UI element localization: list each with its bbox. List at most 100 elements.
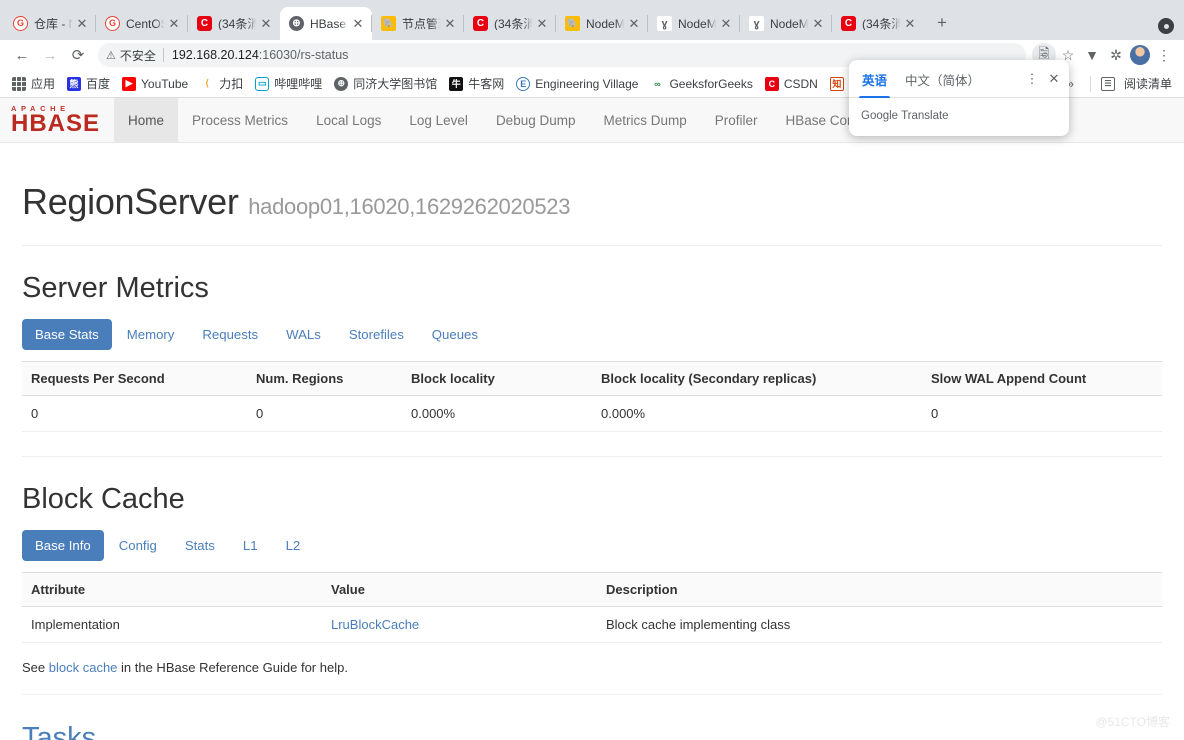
bilibili-icon: ▭ <box>255 76 270 91</box>
reading-list-label[interactable]: 阅读清单 <box>1124 75 1172 92</box>
tab-close-icon[interactable]: ✕ <box>902 16 918 32</box>
tab-base-info[interactable]: Base Info <box>22 530 104 561</box>
youtube-icon: ▶ <box>122 76 137 91</box>
col-num-regions: Num. Regions <box>247 361 402 396</box>
bookmark-label: 应用 <box>31 77 56 91</box>
tab-close-icon[interactable]: ✕ <box>258 16 274 32</box>
tab-requests[interactable]: Requests <box>189 319 271 350</box>
nav-item-metrics-dump[interactable]: Metrics Dump <box>589 98 700 142</box>
csdn-icon: C <box>197 16 212 31</box>
server-metrics-tabs: Base Stats Memory Requests WALs Storefil… <box>22 319 1162 350</box>
window-controls-icon[interactable] <box>1158 18 1174 34</box>
globe-icon: ⊕ <box>289 16 304 31</box>
nav-item-local-logs[interactable]: Local Logs <box>302 98 395 142</box>
tab-title: HBase Regi <box>310 17 350 30</box>
browser-tab-active[interactable]: ⊕ HBase Regi ✕ <box>280 7 372 40</box>
address-bar-url: 192.168.20.124:16030/rs-status <box>172 48 349 62</box>
browser-tab[interactable]: ɣ NodeManag ✕ <box>647 7 740 40</box>
new-tab-button[interactable]: + <box>928 9 956 37</box>
close-icon[interactable]: ✕ <box>1043 68 1065 90</box>
bookmark-label: YouTube <box>141 76 189 91</box>
bookmarks-overflow: » ☰ 阅读清单 <box>1061 75 1178 92</box>
yarn-icon: 🐘 <box>565 16 580 31</box>
tab-storefiles[interactable]: Storefiles <box>336 319 417 350</box>
logo-hbase-text: HBASE <box>11 110 101 138</box>
reload-icon[interactable]: ⟳ <box>64 41 92 69</box>
avatar[interactable] <box>1128 43 1152 67</box>
nav-item-profiler[interactable]: Profiler <box>701 98 772 142</box>
translate-tab-target[interactable]: 中文（简体） <box>896 60 989 98</box>
gitee-icon: G <box>105 16 120 31</box>
tab-close-icon[interactable]: ✕ <box>626 16 642 32</box>
hbase-logo[interactable]: APACHE HBASE <box>0 98 114 142</box>
tab-memory[interactable]: Memory <box>114 319 188 350</box>
forward-icon[interactable]: → <box>36 41 64 69</box>
bookmark-leetcode[interactable]: ⟨ 力扣 <box>194 73 249 94</box>
back-icon[interactable]: ← <box>8 41 36 69</box>
nav-item-process-metrics[interactable]: Process Metrics <box>178 98 302 142</box>
tab-title: NodeManag <box>770 17 810 30</box>
table-row: 0 0 0.000% 0.000% 0 <box>22 395 1162 432</box>
browser-tab[interactable]: 🐘 节点管理器( ✕ <box>371 7 464 40</box>
browser-tab[interactable]: C (34条消息) ✕ <box>831 7 924 40</box>
browser-tab[interactable]: ɣ NodeManag ✕ <box>739 7 832 40</box>
bookmark-bilibili[interactable]: ▭ 哔哩哔哩 <box>249 73 328 94</box>
bookmark-tongji-library[interactable]: ⊕ 同济大学图书馆 <box>328 73 443 94</box>
kebab-menu-icon[interactable]: ⋮ <box>1021 68 1043 90</box>
bookmark-youtube[interactable]: ▶ YouTube <box>116 75 194 93</box>
page-title: RegionServer hadoop01,16020,162926202052… <box>22 181 1162 223</box>
nav-item-home[interactable]: Home <box>114 98 179 142</box>
nav-item-log-level[interactable]: Log Level <box>395 98 482 142</box>
puzzle-icon[interactable]: ✲ <box>1104 43 1128 67</box>
block-cache-link[interactable]: block cache <box>49 660 118 675</box>
bookmark-csdn[interactable]: C CSDN <box>759 75 824 93</box>
translate-tab-source[interactable]: 英语 <box>853 60 896 98</box>
watermark: @51CTO博客 <box>1095 715 1170 729</box>
tab-close-icon[interactable]: ✕ <box>534 16 550 32</box>
lru-block-cache-link[interactable]: LruBlockCache <box>331 617 419 632</box>
tab-close-icon[interactable]: ✕ <box>166 16 182 32</box>
tab-queues[interactable]: Queues <box>419 319 491 350</box>
tab-l1[interactable]: L1 <box>230 530 271 561</box>
csdn-icon: C <box>473 16 488 31</box>
tab-close-icon[interactable]: ✕ <box>718 16 734 32</box>
nav-item-debug-dump[interactable]: Debug Dump <box>482 98 590 142</box>
bookmark-engineering-village[interactable]: E Engineering Village <box>510 75 644 93</box>
server-metrics-heading: Server Metrics <box>22 272 209 304</box>
cell-slow-wal-append-count: 0 <box>922 395 1162 432</box>
funnel-icon[interactable]: ▼ <box>1080 43 1104 67</box>
tab-close-icon[interactable]: ✕ <box>350 16 366 32</box>
bookmark-apps[interactable]: 应用 <box>6 73 61 94</box>
col-attribute: Attribute <box>22 572 322 607</box>
browser-tab[interactable]: G 仓库 - Neon ✕ <box>4 7 96 40</box>
tab-close-icon[interactable]: ✕ <box>442 16 458 32</box>
tab-l2[interactable]: L2 <box>273 530 314 561</box>
tab-close-icon[interactable]: ✕ <box>810 16 826 32</box>
translate-popup-header: 英语 中文（简体） ⋮ ✕ <box>849 60 1069 98</box>
tab-config[interactable]: Config <box>106 530 170 561</box>
tab-title: (34条消息) <box>862 17 902 30</box>
yarn-icon: 🐘 <box>381 16 396 31</box>
bookmarks-divider <box>1089 75 1091 92</box>
hbase-content: RegionServer hadoop01,16020,162926202052… <box>0 181 1184 740</box>
tab-title: NodeManag <box>586 17 626 30</box>
browser-tab[interactable]: C (34条消息) ✕ <box>187 7 280 40</box>
apps-grid-icon <box>12 76 26 91</box>
browser-tab[interactable]: 🐘 NodeManag ✕ <box>555 7 648 40</box>
tab-stats[interactable]: Stats <box>172 530 228 561</box>
bookmark-baidu[interactable]: 熊 百度 <box>61 73 116 94</box>
tab-base-stats[interactable]: Base Stats <box>22 319 112 350</box>
tab-wals[interactable]: WALs <box>273 319 334 350</box>
csdn-icon: C <box>841 16 856 31</box>
bookmark-geeksforgeeks[interactable]: ∞ GeeksforGeeks <box>644 75 758 93</box>
url-path: :16030/rs-status <box>258 48 349 62</box>
browser-tab[interactable]: G CentOS7安 ✕ <box>95 7 188 40</box>
kebab-menu-icon[interactable]: ⋮ <box>1152 43 1176 67</box>
cell-block-locality-secondary: 0.000% <box>592 395 922 432</box>
bookmark-nowcoder[interactable]: 牛 牛客网 <box>443 73 510 94</box>
tab-close-icon[interactable]: ✕ <box>74 16 90 32</box>
tab-title: NodeManag <box>678 17 718 30</box>
browser-tab[interactable]: C (34条消息) ✕ <box>463 7 556 40</box>
node-icon: ɣ <box>657 16 672 31</box>
col-value: Value <box>322 572 597 607</box>
